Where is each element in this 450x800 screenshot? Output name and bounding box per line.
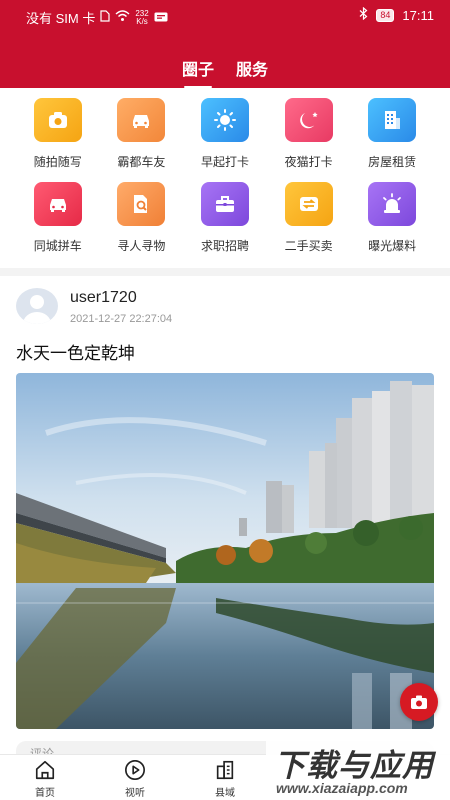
briefcase-icon [200,182,249,226]
moon-icon [284,98,333,142]
search-document-icon [117,182,166,226]
watermark: 下载与应用 www.xiazaiapp.com [266,736,450,800]
top-tabs: 圈子 服务 [0,56,450,90]
category-label: 同城拼车 [33,239,82,253]
category-label: 寻人寻物 [117,239,166,253]
category-label: 求职招聘 [200,239,249,253]
app-header: 没有 SIM 卡 232 K/s 84 17:11 圈子 服务 [0,0,450,88]
app-screen: 没有 SIM 卡 232 K/s 84 17:11 圈子 服务 随拍随写 霸都车… [0,0,450,800]
camera-fab-button[interactable] [400,683,438,721]
tab-circle-label: 圈子 [181,62,214,79]
clock: 17:11 [402,7,434,23]
bluetooth-icon [359,6,368,23]
category-item-second-hand[interactable]: 二手买卖 [267,182,351,254]
siren-icon [368,182,417,226]
post-timestamp: 2021-12-27 22:27:04 [70,313,173,325]
category-item-exposure[interactable]: 曝光爆料 [350,182,434,254]
net-speed: 232 K/s [135,9,148,26]
city-icon [216,760,234,780]
category-label: 早起打卡 [200,155,249,169]
watermark-url: www.xiazaiapp.com [276,780,408,796]
category-item-early-checkin[interactable]: 早起打卡 [183,98,267,170]
net-speed-unit: K/s [136,16,148,26]
post-text: 水天一色定乾坤 [16,344,135,363]
category-item-lost-found[interactable]: 寻人寻物 [100,182,184,254]
nav-item-county[interactable]: 县域 [195,759,255,799]
category-item-car-club[interactable]: 霸都车友 [100,98,184,170]
nav-item-home[interactable]: 首页 [15,759,75,799]
watermark-title: 下载与应用 [274,748,434,783]
sun-icon [200,98,249,142]
category-item-carpool[interactable]: 同城拼车 [16,182,100,254]
category-item-house-rental[interactable]: 房屋租赁 [350,98,434,170]
category-label: 夜猫打卡 [284,155,333,169]
category-label: 曝光爆料 [368,239,417,253]
category-grid: 随拍随写 霸都车友 早起打卡 夜猫打卡 房屋租赁 同城拼车 寻人寻物 求职招聘 … [16,98,434,254]
home-icon [35,760,55,780]
camera-icon [411,695,427,709]
sim-icon [100,10,110,25]
post-image[interactable] [16,373,434,729]
tab-circle[interactable]: 圈子 [182,56,214,90]
battery-indicator: 84 [376,8,395,22]
notification-icon [154,10,168,25]
carrier-text: 没有 SIM 卡 [26,11,96,26]
camera-icon [33,98,82,142]
category-label: 霸都车友 [117,155,166,169]
nav-label-video: 视听 [125,788,145,799]
category-item-snapshot[interactable]: 随拍随写 [16,98,100,170]
category-item-jobs[interactable]: 求职招聘 [183,182,267,254]
nav-label-county: 县域 [215,788,235,799]
nav-label-home: 首页 [35,788,55,799]
category-label: 房屋租赁 [368,155,417,169]
category-label: 二手买卖 [284,239,333,253]
tab-service-label: 服务 [236,62,269,79]
avatar[interactable] [16,288,58,324]
car-icon [117,98,166,142]
category-item-night-checkin[interactable]: 夜猫打卡 [267,98,351,170]
building-icon [368,98,417,142]
username[interactable]: user1720 [70,289,137,307]
status-bar: 没有 SIM 卡 232 K/s 84 17:11 [0,0,450,30]
tab-service[interactable]: 服务 [236,56,268,90]
play-icon [125,760,145,780]
car-icon [33,182,82,226]
nav-item-video[interactable]: 视听 [105,759,165,799]
exchange-icon [284,182,333,226]
section-divider [0,268,450,276]
category-label: 随拍随写 [33,155,82,169]
wifi-icon [115,10,130,25]
